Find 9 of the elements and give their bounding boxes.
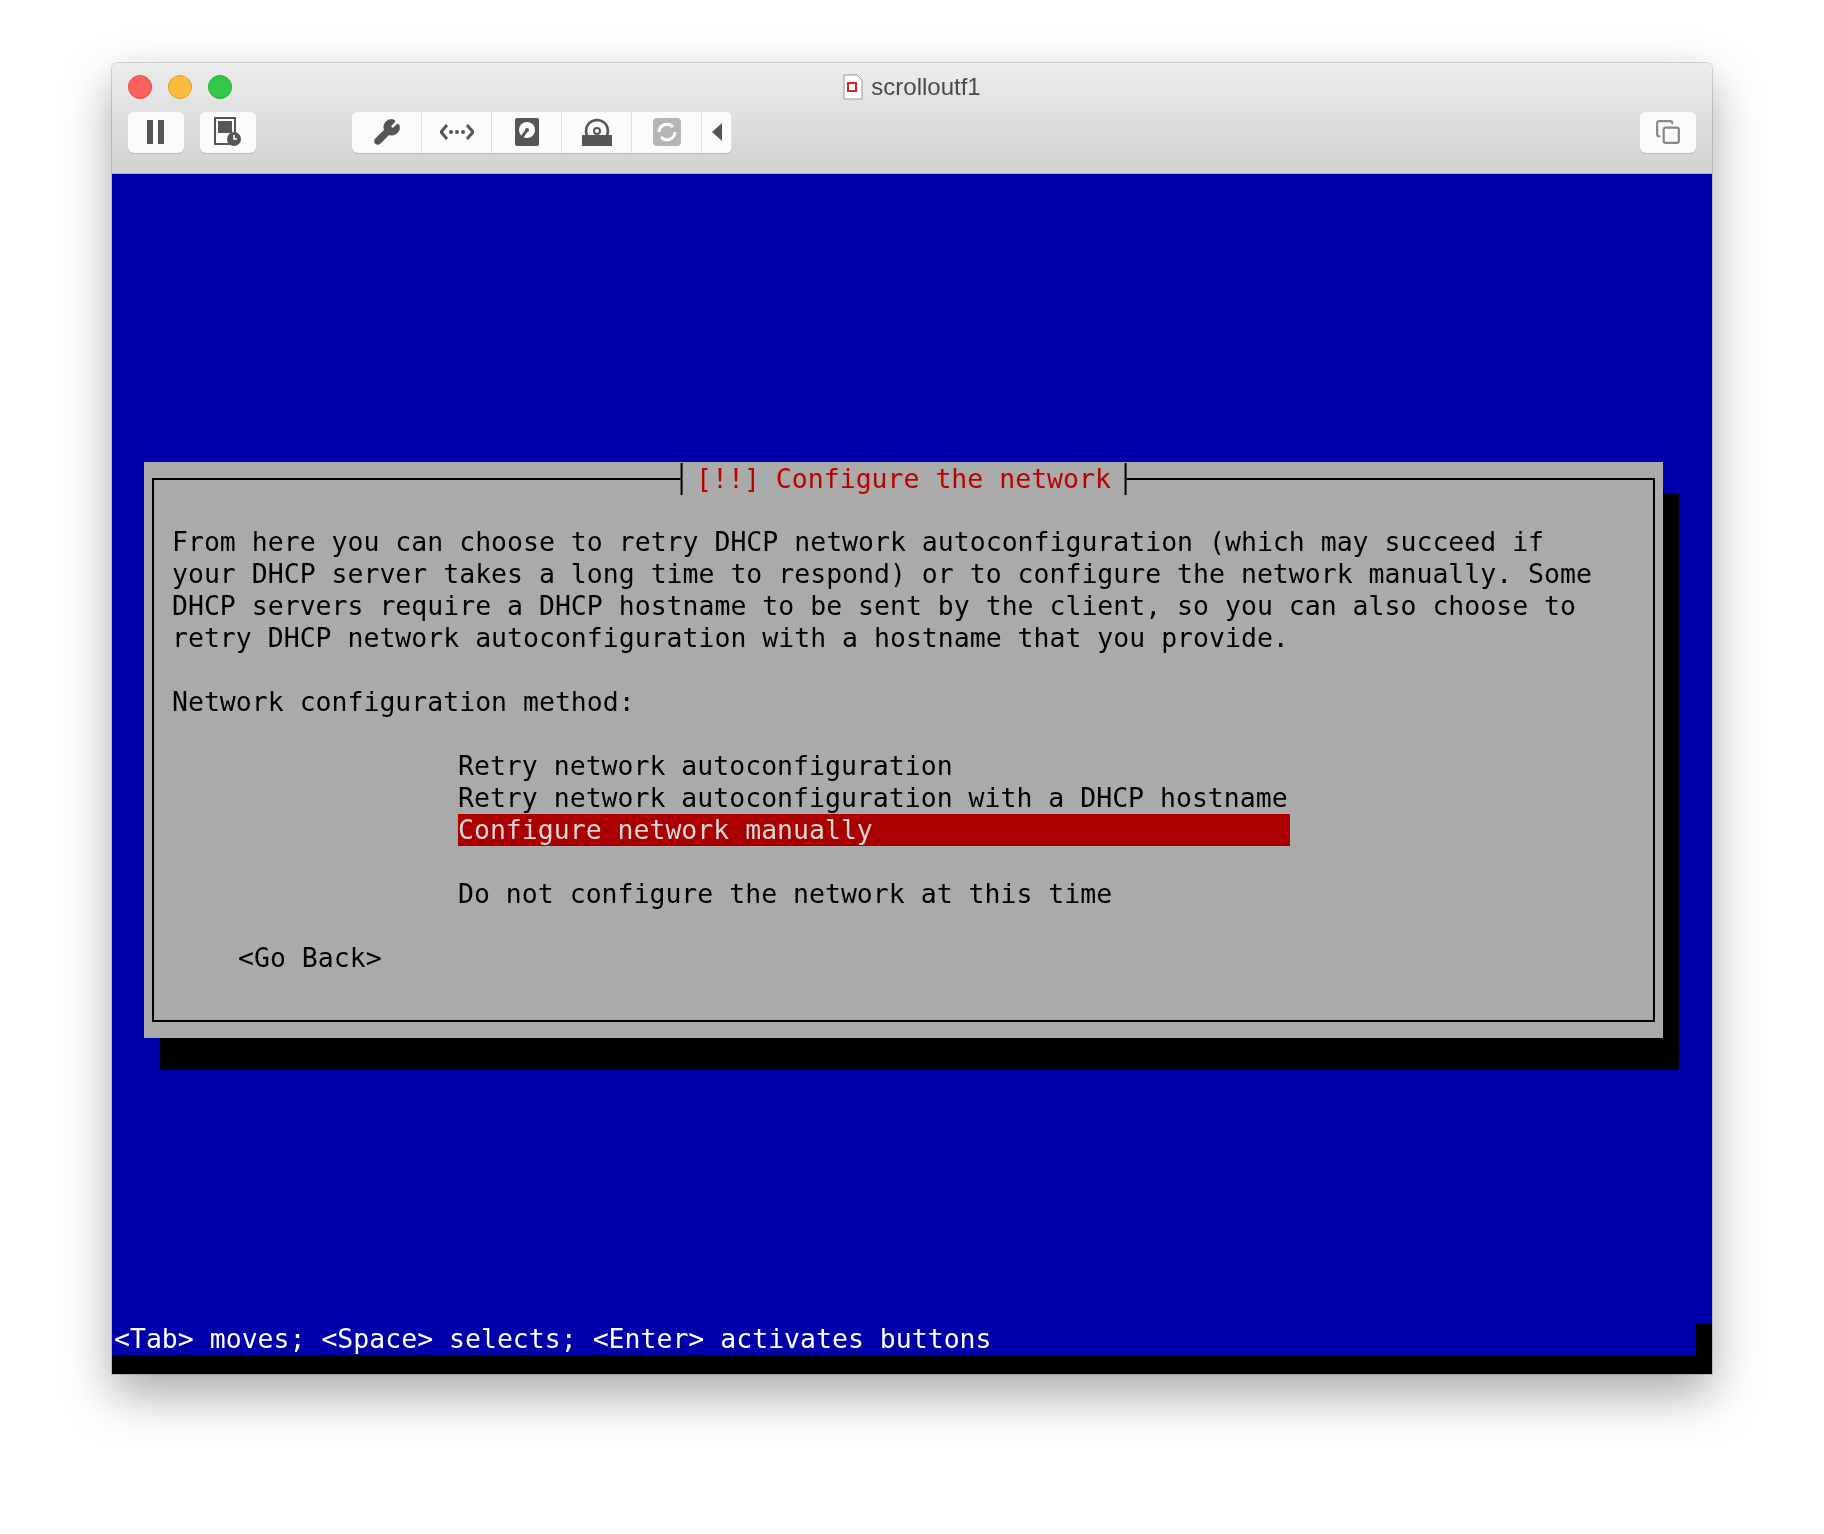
prompt-label: Network configuration method: — [172, 686, 636, 718]
menu-option[interactable]: Retry network autoconfiguration with a DHCP hostname — [458, 782, 1290, 814]
dialog-title: [!!] Configure the network — [680, 463, 1127, 495]
menu-option[interactable]: Retry network autoconfiguration — [458, 750, 1290, 782]
menu-option[interactable]: Configure network manually — [458, 814, 1290, 846]
window-title: scrolloutf1 — [871, 73, 981, 101]
go-back-button[interactable]: <Go Back> — [238, 942, 382, 974]
description-text: From here you can choose to retry DHCP network autoconfiguration (which may succeed if your DHCP server takes a long time to respond) or to configure the network manually. Some DHCP servers require a DHCP hostname to be sent by the client, so you can also choose to retry DHCP network autoconfiguration with a hostname that you provide. — [172, 526, 1593, 654]
menu-option[interactable]: Do not configure the network at this time — [458, 878, 1290, 910]
